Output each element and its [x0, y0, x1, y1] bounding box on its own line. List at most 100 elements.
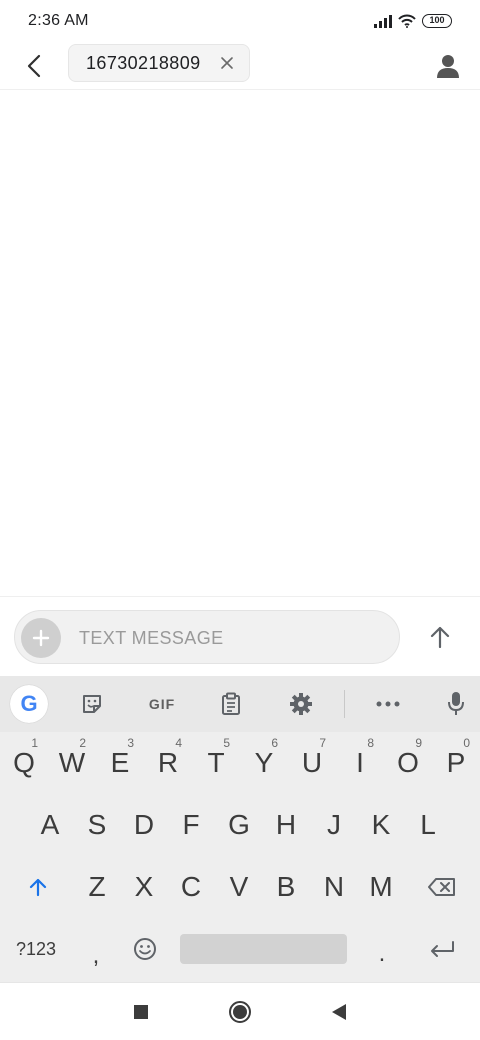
enter-icon — [431, 941, 454, 957]
key-n[interactable]: N — [310, 856, 358, 918]
comma-key[interactable]: , — [72, 918, 120, 980]
keyboard-toolbar: G GIF — [0, 676, 480, 732]
back-button[interactable] — [16, 48, 52, 84]
key-label: Y — [254, 747, 274, 778]
home-circle-icon — [229, 1001, 251, 1023]
key-e[interactable]: E3 — [96, 732, 144, 794]
key-hint: 7 — [319, 736, 326, 750]
key-label: P — [446, 747, 466, 778]
key-i[interactable]: I8 — [336, 732, 384, 794]
recents-button[interactable] — [126, 997, 156, 1027]
key-row-1: Q1 W2 E3 R4 T5 Y6 U7 I8 O9 P0 — [0, 732, 480, 794]
key-hint: 1 — [31, 736, 38, 750]
key-label: O — [397, 747, 419, 778]
period-key[interactable]: . — [358, 918, 406, 980]
shift-key[interactable] — [8, 856, 68, 918]
more-button[interactable] — [370, 686, 406, 722]
status-time: 2:36 AM — [28, 12, 89, 29]
google-icon[interactable]: G — [10, 685, 48, 723]
more-icon — [376, 701, 400, 707]
key-label: U — [301, 747, 323, 778]
recipient-chip[interactable]: 16730218809 — [68, 44, 250, 82]
key-label: W — [58, 747, 86, 778]
key-w[interactable]: W2 — [48, 732, 96, 794]
gif-label: GIF — [148, 696, 176, 712]
key-hint: 6 — [271, 736, 278, 750]
key-f[interactable]: F — [167, 794, 215, 856]
nav-back-button[interactable] — [324, 997, 354, 1027]
key-h[interactable]: H — [262, 794, 310, 856]
key-s[interactable]: S — [73, 794, 121, 856]
compose-field — [14, 610, 400, 664]
conversation-area — [0, 91, 480, 595]
key-hint: 2 — [79, 736, 86, 750]
space-bar[interactable] — [180, 934, 347, 964]
home-button[interactable] — [225, 997, 255, 1027]
settings-button[interactable] — [283, 686, 319, 722]
status-bar: 2:36 AM 100 — [0, 0, 480, 40]
key-hint: 3 — [127, 736, 134, 750]
voice-input-button[interactable] — [438, 686, 474, 722]
key-p[interactable]: P0 — [432, 732, 480, 794]
plus-icon — [32, 629, 50, 647]
key-g[interactable]: G — [215, 794, 263, 856]
key-m[interactable]: M — [357, 856, 405, 918]
clipboard-button[interactable] — [213, 686, 249, 722]
sticker-button[interactable] — [74, 686, 110, 722]
key-label: E — [110, 747, 130, 778]
recipient-number: 16730218809 — [86, 52, 201, 73]
mic-icon — [448, 692, 464, 715]
key-hint: 9 — [415, 736, 422, 750]
message-input[interactable] — [79, 624, 379, 652]
key-label: T — [207, 747, 225, 778]
key-u[interactable]: U7 — [288, 732, 336, 794]
key-b[interactable]: B — [262, 856, 310, 918]
gif-button[interactable]: GIF — [142, 686, 182, 722]
gear-icon — [290, 693, 312, 715]
attach-button[interactable] — [21, 618, 61, 658]
sticker-icon — [83, 695, 101, 713]
battery-icon: 100 — [422, 14, 452, 28]
symbols-key[interactable]: ?123 — [6, 918, 66, 980]
emoji-icon — [134, 938, 156, 960]
back-arrow-icon — [27, 54, 41, 78]
navigation-bar — [0, 982, 480, 1040]
send-button[interactable] — [422, 619, 458, 655]
send-arrow-icon — [430, 626, 450, 648]
key-v[interactable]: V — [215, 856, 263, 918]
key-o[interactable]: O9 — [384, 732, 432, 794]
key-hint: 8 — [367, 736, 374, 750]
contact-button[interactable] — [430, 48, 466, 84]
key-c[interactable]: C — [167, 856, 215, 918]
key-a[interactable]: A — [26, 794, 74, 856]
key-label: I — [356, 747, 364, 778]
backspace-key[interactable] — [412, 856, 472, 918]
key-z[interactable]: Z — [73, 856, 121, 918]
toolbar-divider — [344, 690, 345, 718]
messaging-screen: 2:36 AM 100 16730218809 Text message G G… — [0, 0, 480, 1040]
key-y[interactable]: Y6 — [240, 732, 288, 794]
key-row-3: Z X C V B N M — [0, 856, 480, 918]
compose-bar — [0, 596, 480, 676]
status-icons: 100 — [374, 12, 452, 30]
key-x[interactable]: X — [120, 856, 168, 918]
signal-icon — [374, 14, 392, 28]
key-j[interactable]: J — [310, 794, 358, 856]
backspace-icon — [428, 878, 455, 896]
close-icon[interactable] — [219, 55, 235, 71]
recents-square-icon — [134, 1005, 148, 1019]
key-l[interactable]: L — [404, 794, 452, 856]
key-t[interactable]: T5 — [192, 732, 240, 794]
conversation-header: 16730218809 — [0, 40, 480, 90]
keyboard: G GIF Q 1 W 2 E 3 R 4 T 5 Y 6 U 7 I 8 O … — [0, 676, 480, 982]
wifi-icon — [398, 14, 416, 28]
key-k[interactable]: K — [357, 794, 405, 856]
key-hint: 4 — [175, 736, 182, 750]
key-row-4: ?123 , . — [0, 918, 480, 980]
emoji-key[interactable] — [122, 918, 168, 980]
key-label: R — [157, 747, 179, 778]
key-q[interactable]: Q1 — [0, 732, 48, 794]
key-d[interactable]: D — [120, 794, 168, 856]
enter-key[interactable] — [414, 918, 470, 980]
key-r[interactable]: R4 — [144, 732, 192, 794]
